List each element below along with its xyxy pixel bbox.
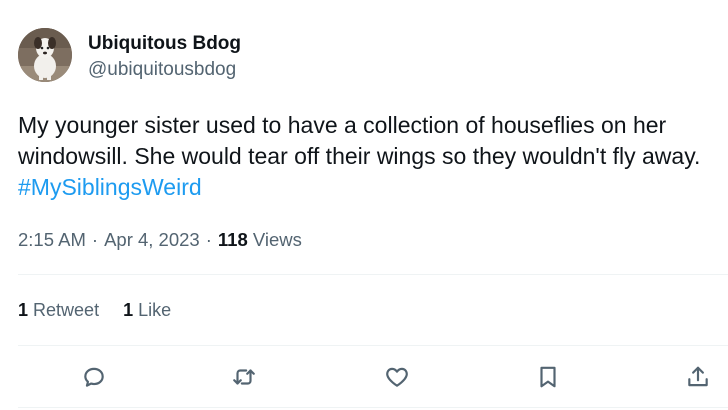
engagement-stats: 1 Retweet 1 Like xyxy=(18,298,195,322)
hashtag-link[interactable]: #MySiblingsWeird xyxy=(18,172,718,203)
bookmark-button[interactable] xyxy=(532,361,564,393)
reply-button[interactable] xyxy=(78,361,110,393)
divider xyxy=(18,407,728,408)
bookmark-icon xyxy=(540,366,556,388)
tweet-meta: 2:15 AM · Apr 4, 2023 · 118 Views xyxy=(18,228,302,252)
heart-icon xyxy=(386,367,408,387)
share-icon xyxy=(688,366,708,387)
likes-label: Like xyxy=(138,300,172,320)
reply-icon xyxy=(84,367,104,387)
user-handle[interactable]: @ubiquitousbdog xyxy=(88,58,241,82)
tweet-time[interactable]: 2:15 AM xyxy=(18,229,86,250)
retweets-count: 1 xyxy=(18,300,29,320)
views-label: Views xyxy=(252,229,302,250)
likes-stat[interactable]: 1 Like xyxy=(123,300,171,320)
tweet-text-line-2: windowsill. She would tear off their win… xyxy=(18,143,701,169)
action-bar xyxy=(0,361,728,393)
views-count: 118 xyxy=(217,229,248,250)
separator-dot: · xyxy=(91,229,99,250)
retweet-icon xyxy=(233,369,255,385)
tweet-text: My younger sister used to have a collect… xyxy=(18,110,718,203)
tweet-header: Ubiquitous Bdog @ubiquitousbdog xyxy=(18,28,618,84)
retweet-button[interactable] xyxy=(228,361,260,393)
tweet-text-line-1: My younger sister used to have a collect… xyxy=(18,112,667,138)
like-button[interactable] xyxy=(381,361,413,393)
retweets-stat[interactable]: 1 Retweet xyxy=(18,300,99,320)
share-button[interactable] xyxy=(682,361,714,393)
display-name[interactable]: Ubiquitous Bdog xyxy=(88,32,241,56)
tweet-date[interactable]: Apr 4, 2023 xyxy=(104,229,200,250)
divider xyxy=(18,274,728,275)
retweets-label: Retweet xyxy=(33,300,100,320)
divider xyxy=(18,345,728,346)
likes-count: 1 xyxy=(123,300,134,320)
avatar[interactable] xyxy=(18,28,72,82)
dog-avatar-image xyxy=(18,28,72,82)
separator-dot: · xyxy=(205,229,212,250)
